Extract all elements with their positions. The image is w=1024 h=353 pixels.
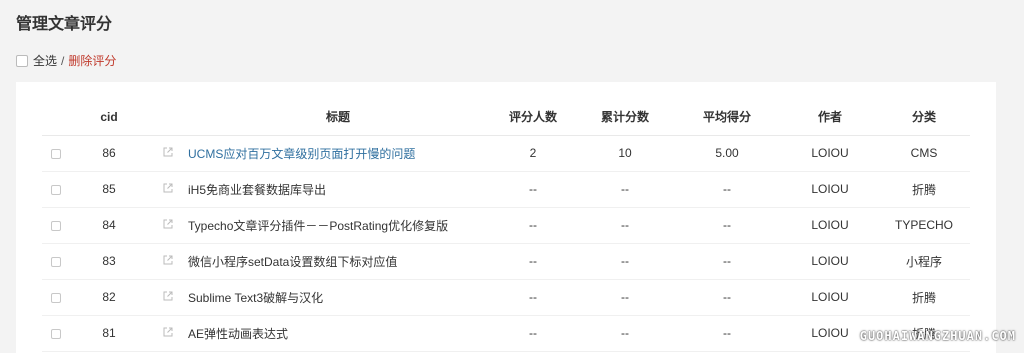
row-cid: 85 — [70, 171, 148, 208]
table-row: 84 Typecho文章评分插件－－PostRating优化修复版 -- -- -- LO… — [42, 207, 970, 244]
page-title: 管理文章评分 — [16, 16, 113, 33]
row-avg: 5.00 — [672, 135, 782, 172]
row-title-cell: 微信小程序setData设置数组下标对应值 — [188, 243, 488, 280]
header-link-col — [148, 99, 188, 136]
row-title-cell: UCMS应对百万文章级别页面打开慢的问题 — [188, 135, 488, 172]
external-link-icon[interactable] — [163, 326, 173, 340]
row-checkbox[interactable] — [51, 328, 61, 339]
row-title-link[interactable]: AE弹性动画表达式 — [188, 327, 288, 341]
bulk-separator: / — [61, 53, 65, 68]
bulk-actions: 全选 / 删除评分 — [16, 52, 116, 69]
row-cid: 82 — [70, 279, 148, 316]
table-header-row: cid 标题 评分人数 累计分数 平均得分 作者 分类 — [42, 99, 970, 136]
external-link-icon[interactable] — [163, 182, 173, 196]
row-total: -- — [578, 279, 672, 316]
row-raters: 2 — [488, 135, 578, 172]
row-link-cell — [148, 315, 188, 352]
row-title-link[interactable]: Typecho文章评分插件－－PostRating优化修复版 — [188, 219, 448, 233]
header-raters: 评分人数 — [488, 99, 578, 136]
header-author: 作者 — [782, 99, 878, 136]
table-row: 85 iH5免商业套餐数据库导出 -- -- -- LOIOU 折腾 — [42, 171, 970, 208]
row-raters: -- — [488, 315, 578, 352]
row-title-link[interactable]: iH5免商业套餐数据库导出 — [188, 183, 326, 197]
external-link-icon[interactable] — [163, 146, 173, 160]
external-link-icon[interactable] — [163, 218, 173, 232]
row-avg: -- — [672, 279, 782, 316]
row-cid: 83 — [70, 243, 148, 280]
row-avg: -- — [672, 243, 782, 280]
row-checkbox[interactable] — [51, 184, 61, 195]
row-checkbox-cell — [42, 171, 70, 208]
ratings-table: cid 标题 评分人数 累计分数 平均得分 作者 分类 86 UCMS应对百万文章… — [42, 99, 970, 352]
row-author: LOIOU — [782, 135, 878, 172]
row-category: CMS — [878, 135, 970, 172]
row-avg: -- — [672, 315, 782, 352]
row-link-cell — [148, 135, 188, 172]
external-link-icon[interactable] — [163, 254, 173, 268]
row-cid: 86 — [70, 135, 148, 172]
row-total: -- — [578, 171, 672, 208]
select-all-checkbox[interactable] — [16, 54, 28, 67]
row-checkbox[interactable] — [51, 220, 61, 231]
row-total: -- — [578, 315, 672, 352]
row-raters: -- — [488, 279, 578, 316]
delete-rating-button[interactable]: 删除评分 — [68, 52, 116, 69]
table-row: 83 微信小程序setData设置数组下标对应值 -- -- -- LOIOU 小程序 — [42, 243, 970, 280]
row-checkbox-cell — [42, 279, 70, 316]
row-raters: -- — [488, 171, 578, 208]
watermark: GUOHAIWANGZHUAN.COM — [859, 329, 1016, 343]
row-total: 10 — [578, 135, 672, 172]
row-title-cell: Sublime Text3破解与汉化 — [188, 279, 488, 316]
row-checkbox-cell — [42, 243, 70, 280]
row-checkbox-cell — [42, 315, 70, 352]
row-title-cell: iH5免商业套餐数据库导出 — [188, 171, 488, 208]
row-link-cell — [148, 243, 188, 280]
select-all-label[interactable]: 全选 — [33, 52, 57, 69]
row-category: 折腾 — [878, 279, 970, 316]
header-title: 标题 — [188, 99, 488, 136]
row-link-cell — [148, 171, 188, 208]
table-row: 82 Sublime Text3破解与汉化 -- -- -- LOIOU 折腾 — [42, 279, 970, 316]
row-title-cell: Typecho文章评分插件－－PostRating优化修复版 — [188, 207, 488, 244]
row-author: LOIOU — [782, 171, 878, 208]
header-avg: 平均得分 — [672, 99, 782, 136]
row-total: -- — [578, 243, 672, 280]
row-link-cell — [148, 207, 188, 244]
row-title-cell: AE弹性动画表达式 — [188, 315, 488, 352]
row-total: -- — [578, 207, 672, 244]
table-row: 81 AE弹性动画表达式 -- -- -- LOIOU 折腾 — [42, 315, 970, 352]
row-category: 小程序 — [878, 243, 970, 280]
header-category: 分类 — [878, 99, 970, 136]
row-avg: -- — [672, 171, 782, 208]
row-category: TYPECHO — [878, 207, 970, 244]
external-link-icon[interactable] — [163, 290, 173, 304]
row-checkbox-cell — [42, 135, 70, 172]
row-cid: 81 — [70, 315, 148, 352]
table-row: 86 UCMS应对百万文章级别页面打开慢的问题 2 10 5.00 LOIOU CMS — [42, 135, 970, 172]
row-checkbox[interactable] — [51, 148, 61, 159]
row-title-link[interactable]: 微信小程序setData设置数组下标对应值 — [188, 255, 397, 269]
ratings-table-card: cid 标题 评分人数 累计分数 平均得分 作者 分类 86 UCMS应对百万文章… — [16, 82, 996, 353]
header-cid: cid — [70, 99, 148, 136]
row-link-cell — [148, 279, 188, 316]
row-raters: -- — [488, 243, 578, 280]
row-author: LOIOU — [782, 207, 878, 244]
row-author: LOIOU — [782, 279, 878, 316]
row-checkbox[interactable] — [51, 292, 61, 303]
row-checkbox[interactable] — [51, 256, 61, 267]
row-cid: 84 — [70, 207, 148, 244]
header-total: 累计分数 — [578, 99, 672, 136]
row-checkbox-cell — [42, 207, 70, 244]
row-raters: -- — [488, 207, 578, 244]
row-author: LOIOU — [782, 243, 878, 280]
row-title-link[interactable]: UCMS应对百万文章级别页面打开慢的问题 — [188, 147, 415, 161]
row-avg: -- — [672, 207, 782, 244]
row-title-link[interactable]: Sublime Text3破解与汉化 — [188, 291, 323, 305]
header-checkbox-col — [42, 99, 70, 136]
row-category: 折腾 — [878, 171, 970, 208]
